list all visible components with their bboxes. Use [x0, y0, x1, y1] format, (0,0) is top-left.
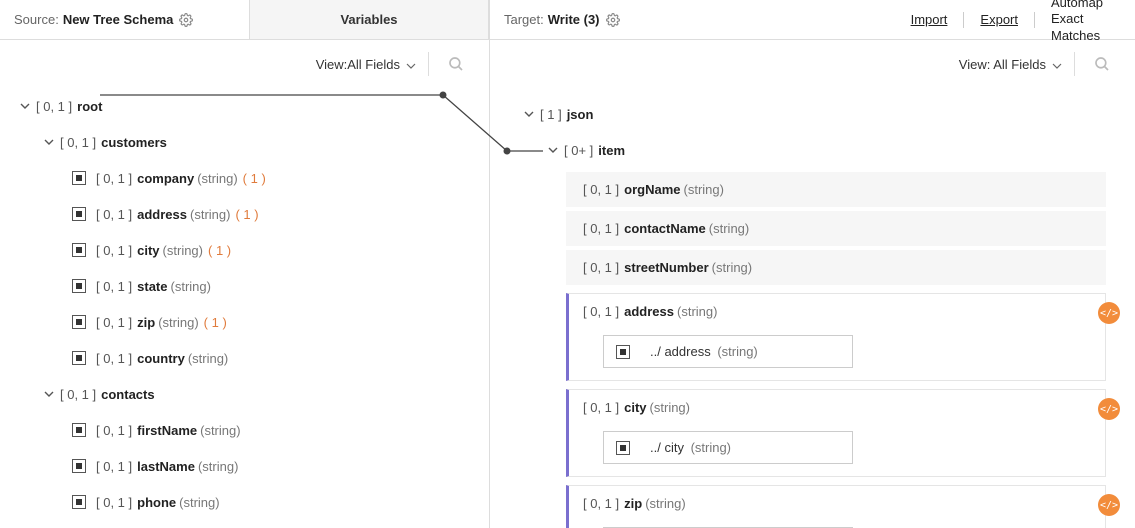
target-field-city[interactable]: [ 0, 1 ]city(string) </> — [569, 390, 1105, 425]
field-handle-icon[interactable] — [72, 207, 86, 221]
tree-leaf-country[interactable]: [ 0, 1 ]country(string) — [12, 340, 483, 376]
field-handle-icon[interactable] — [72, 315, 86, 329]
gear-icon[interactable] — [606, 13, 620, 27]
export-link[interactable]: Export — [980, 12, 1018, 27]
field-handle-icon[interactable] — [72, 495, 86, 509]
import-link[interactable]: Import — [911, 12, 948, 27]
view-filter-dropdown[interactable]: View:All Fields — [316, 57, 416, 72]
tree-node-root[interactable]: [ 0, 1 ]root — [12, 88, 483, 124]
field-handle-icon[interactable] — [72, 351, 86, 365]
source-name: New Tree Schema — [63, 12, 174, 27]
tree-leaf-firstName[interactable]: [ 0, 1 ]firstName(string) — [12, 412, 483, 448]
tree-node-item[interactable]: [ 0+ ]item — [516, 132, 1135, 168]
chevron-down-icon — [1052, 59, 1062, 69]
mapping-source-address[interactable]: ../ address (string) — [603, 335, 853, 368]
target-field-streetNumber[interactable]: [ 0, 1 ]streetNumber(string) — [566, 250, 1106, 285]
tree-leaf-city[interactable]: [ 0, 1 ]city(string)( 1 ) — [12, 232, 483, 268]
field-handle-icon — [616, 345, 630, 359]
target-field-zip[interactable]: [ 0, 1 ]zip(string) </> — [569, 486, 1105, 521]
target-name: Write (3) — [548, 12, 600, 27]
chevron-down-icon[interactable] — [18, 99, 32, 113]
tree-node-json[interactable]: [ 1 ]json — [516, 96, 1135, 132]
field-handle-icon[interactable] — [72, 171, 86, 185]
field-handle-icon[interactable] — [72, 279, 86, 293]
search-icon[interactable] — [441, 49, 471, 79]
tree-leaf-zip[interactable]: [ 0, 1 ]zip(string)( 1 ) — [12, 304, 483, 340]
tree-leaf-phone[interactable]: [ 0, 1 ]phone(string) — [12, 484, 483, 520]
mapping-source-city[interactable]: ../ city (string) — [603, 431, 853, 464]
field-handle-icon[interactable] — [72, 459, 86, 473]
code-icon[interactable]: </> — [1098, 302, 1120, 324]
target-label: Target: — [504, 12, 544, 27]
source-label: Source: — [14, 12, 59, 27]
field-handle-icon — [616, 441, 630, 455]
target-field-contactName[interactable]: [ 0, 1 ]contactName(string) — [566, 211, 1106, 246]
tree-leaf-lastName[interactable]: [ 0, 1 ]lastName(string) — [12, 448, 483, 484]
field-handle-icon[interactable] — [72, 243, 86, 257]
tree-leaf-company[interactable]: [ 0, 1 ]company(string)( 1 ) — [12, 160, 483, 196]
target-field-address[interactable]: [ 0, 1 ]address(string) </> — [569, 294, 1105, 329]
tab-variables[interactable]: Variables — [249, 0, 489, 39]
code-icon[interactable]: </> — [1098, 494, 1120, 516]
field-handle-icon[interactable] — [72, 423, 86, 437]
target-tree: [ 1 ]json [ 0+ ]item [ 0, 1 ]orgName(str… — [490, 88, 1135, 528]
code-icon[interactable]: </> — [1098, 398, 1120, 420]
chevron-down-icon — [406, 59, 416, 69]
source-tree: [ 0, 1 ]root [ 0, 1 ]customers [ 0, 1 ]c… — [0, 88, 489, 528]
tree-leaf-address[interactable]: [ 0, 1 ]address(string)( 1 ) — [12, 196, 483, 232]
tree-node-customers[interactable]: [ 0, 1 ]customers — [12, 124, 483, 160]
view-filter-dropdown[interactable]: View: All Fields — [959, 57, 1062, 72]
target-field-orgName[interactable]: [ 0, 1 ]orgName(string) — [566, 172, 1106, 207]
search-icon[interactable] — [1087, 49, 1117, 79]
chevron-down-icon[interactable] — [546, 143, 560, 157]
chevron-down-icon[interactable] — [42, 135, 56, 149]
automap-link[interactable]: Automap Exact Matches — [1051, 0, 1111, 44]
gear-icon[interactable] — [179, 13, 193, 27]
chevron-down-icon[interactable] — [522, 107, 536, 121]
tree-leaf-state[interactable]: [ 0, 1 ]state(string) — [12, 268, 483, 304]
tree-node-contacts[interactable]: [ 0, 1 ]contacts — [12, 376, 483, 412]
chevron-down-icon[interactable] — [42, 387, 56, 401]
tree-leaf-fax[interactable]: [ 0, 1 ]fax(string) — [12, 520, 483, 528]
